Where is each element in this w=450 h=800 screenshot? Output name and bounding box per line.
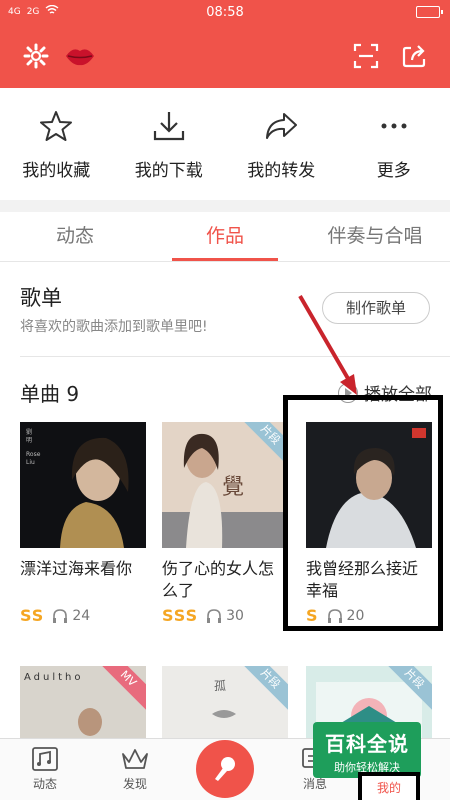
microphone-icon	[215, 757, 235, 781]
record-button[interactable]	[196, 740, 254, 798]
annotation-highlight-box	[283, 395, 443, 631]
nav-profile-highlight[interactable]: 我的	[358, 772, 420, 800]
watermark-title: 百科全说	[325, 732, 409, 756]
feed-icon	[32, 747, 58, 771]
watermark: 百科全说 助你轻松解决	[313, 722, 421, 778]
nav-discover-label: 发现	[122, 777, 147, 791]
nav-feed-label: 动态	[32, 777, 57, 791]
crown-icon	[122, 749, 148, 769]
nav-discover[interactable]: 发现	[90, 739, 180, 800]
nav-feed[interactable]: 动态	[0, 739, 90, 800]
